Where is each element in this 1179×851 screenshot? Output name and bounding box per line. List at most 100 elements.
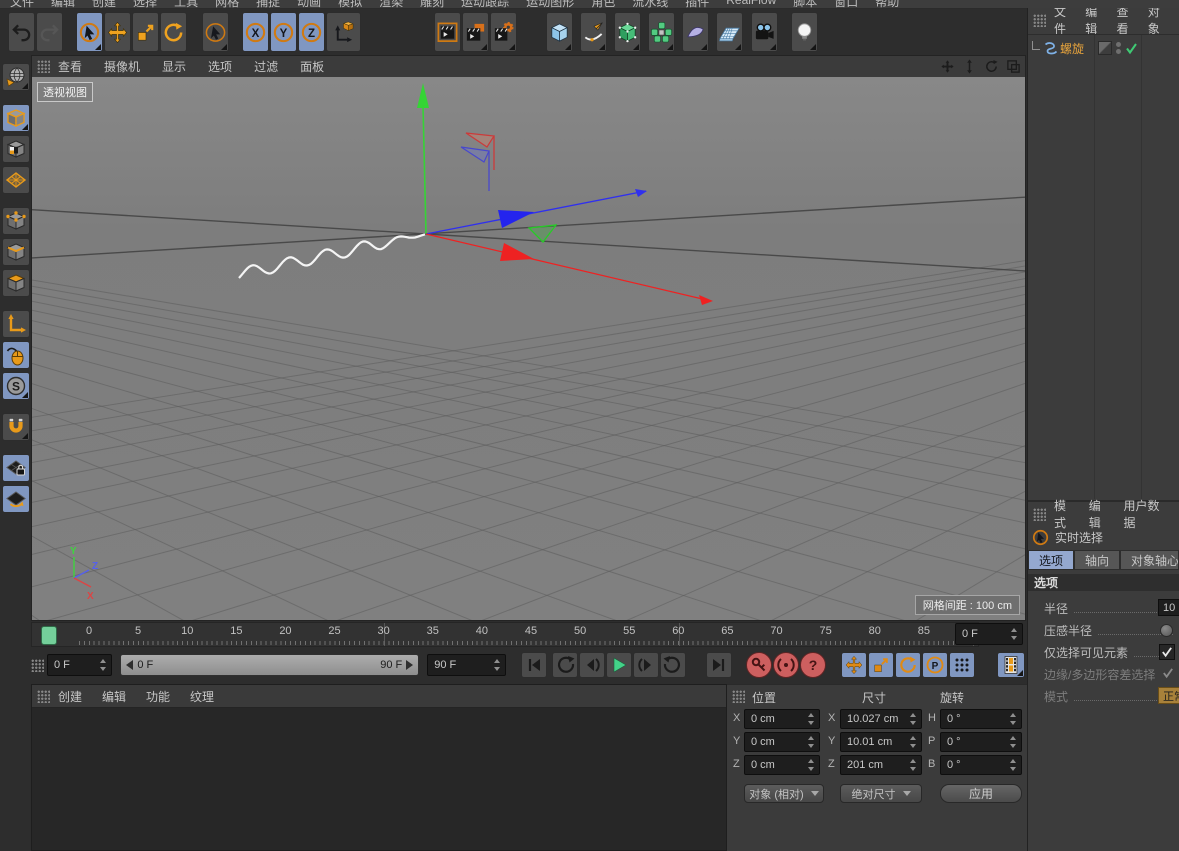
previous-key-button[interactable] <box>552 652 578 678</box>
menu-item[interactable]: 选择 <box>133 0 157 9</box>
play-button[interactable] <box>606 652 632 678</box>
menu-item[interactable]: RealFlow <box>726 0 776 9</box>
om-menu-file[interactable]: 文件 <box>1054 8 1071 37</box>
timeline-frame-field[interactable]: 0 F <box>955 623 1023 645</box>
key-parameters-button[interactable]: P <box>922 652 948 678</box>
enable-axis-button[interactable] <box>2 310 30 338</box>
add-light-button[interactable] <box>791 12 818 52</box>
scale-button[interactable] <box>132 12 159 52</box>
lock-z-axis-button[interactable]: Z <box>298 12 325 52</box>
render-picture-viewer-button[interactable] <box>462 12 489 52</box>
viewport-pan-icon[interactable] <box>940 59 955 74</box>
am-menu-edit[interactable]: 编辑 <box>1089 497 1110 531</box>
rot-b-field[interactable]: 0 ° <box>940 755 1022 775</box>
add-subdivision-surface-button[interactable] <box>614 12 641 52</box>
menu-item[interactable]: 运动图形 <box>526 0 574 9</box>
add-floor-button[interactable] <box>716 12 743 52</box>
lock-workplane-button[interactable] <box>2 454 30 482</box>
panel-grip[interactable] <box>31 659 44 672</box>
viewport-menu-camera[interactable]: 摄像机 <box>104 58 140 75</box>
am-menu-mode[interactable]: 模式 <box>1054 497 1075 531</box>
options-section-header[interactable]: 选项 <box>1028 574 1179 591</box>
menu-item[interactable]: 雕刻 <box>420 0 444 9</box>
viewport-menu-panel[interactable]: 面板 <box>300 58 324 75</box>
menu-item[interactable]: 运动跟踪 <box>461 0 509 9</box>
tab-options[interactable]: 选项 <box>1028 550 1074 570</box>
am-menu-userdata[interactable]: 用户数据 <box>1124 497 1166 531</box>
timeline-ruler[interactable]: 051015202530354045505560657075808590 <box>31 622 979 647</box>
size-mode-dropdown[interactable]: 绝对尺寸 <box>840 784 922 803</box>
polygons-mode-button[interactable] <box>2 269 30 297</box>
model-mode-button[interactable] <box>2 104 30 132</box>
axis-plane-handles[interactable] <box>461 133 556 242</box>
live-selection-button[interactable] <box>76 12 103 52</box>
autokey-button[interactable] <box>773 652 799 678</box>
panel-grip[interactable] <box>37 60 50 73</box>
rot-p-field[interactable]: 0 ° <box>940 732 1022 752</box>
stepper-arrows[interactable] <box>99 659 108 671</box>
viewport-menu-filter[interactable]: 过滤 <box>254 58 278 75</box>
viewport-menu-options[interactable]: 选项 <box>208 58 232 75</box>
menu-item[interactable]: 文件 <box>10 0 34 9</box>
texture-mode-button[interactable] <box>2 135 30 163</box>
helix-spline[interactable] <box>239 234 425 278</box>
lock-y-axis-button[interactable]: Y <box>270 12 297 52</box>
viewport-toggle-layout-icon[interactable] <box>1006 59 1021 74</box>
object-name[interactable]: 螺旋 <box>1060 40 1084 57</box>
viewport-menu-view[interactable]: 查看 <box>58 58 82 75</box>
keying-settings-button[interactable]: ? <box>800 652 826 678</box>
pressure-radius-toggle[interactable] <box>1160 624 1173 637</box>
material-list-area[interactable] <box>32 708 726 851</box>
apply-button[interactable]: 应用 <box>940 784 1022 803</box>
tab-object-axis[interactable]: 对象轴心 <box>1120 550 1179 570</box>
key-point-level-button[interactable] <box>949 652 975 678</box>
goto-start-button[interactable] <box>521 652 547 678</box>
material-menu-edit[interactable]: 编辑 <box>102 688 126 705</box>
tweak-mode-button[interactable] <box>2 341 30 369</box>
pos-x-field[interactable]: 0 cm <box>744 709 820 729</box>
panel-grip[interactable] <box>732 690 745 703</box>
key-position-button[interactable] <box>841 652 867 678</box>
add-cube-button[interactable] <box>546 12 573 52</box>
viewport-orbit-icon[interactable] <box>984 59 999 74</box>
redo-button[interactable] <box>36 12 63 52</box>
rotate-workplane-button[interactable] <box>2 485 30 513</box>
rotate-button[interactable] <box>160 12 187 52</box>
menu-item[interactable]: 创建 <box>92 0 116 9</box>
current-frame-marker[interactable] <box>41 626 57 645</box>
size-x-field[interactable]: 10.027 cm <box>840 709 922 729</box>
menu-item[interactable]: 捕捉 <box>256 0 280 9</box>
menu-item[interactable]: 渲染 <box>379 0 403 9</box>
menu-item[interactable]: 模拟 <box>338 0 362 9</box>
make-editable-button[interactable] <box>2 63 30 91</box>
menu-item[interactable]: 窗口 <box>834 0 858 9</box>
points-mode-button[interactable] <box>2 207 30 235</box>
next-frame-button[interactable] <box>633 652 659 678</box>
world-axis-gizmo[interactable] <box>417 83 713 305</box>
frame-range-slider[interactable]: 0 F 90 F <box>120 654 419 676</box>
panel-grip[interactable] <box>1033 14 1046 27</box>
viewport-dolly-icon[interactable] <box>962 59 977 74</box>
stepper-arrows[interactable] <box>493 659 502 671</box>
object-row-helix[interactable]: 螺旋 <box>1030 39 1179 57</box>
record-key-button[interactable] <box>746 652 772 678</box>
object-manager-list[interactable]: 螺旋 <box>1028 34 1179 499</box>
goto-end-button[interactable] <box>706 652 732 678</box>
layer-square-icon[interactable] <box>1098 41 1112 55</box>
key-scale-button[interactable] <box>868 652 894 678</box>
undo-button[interactable] <box>8 12 35 52</box>
viewport-menu-display[interactable]: 显示 <box>162 58 186 75</box>
panel-grip[interactable] <box>37 690 50 703</box>
menu-item[interactable]: 角色 <box>591 0 615 9</box>
range-end-field[interactable]: 90 F <box>427 654 506 676</box>
range-right-arrow[interactable] <box>406 660 413 670</box>
add-deformer-button[interactable] <box>682 12 709 52</box>
material-menu-function[interactable]: 功能 <box>146 688 170 705</box>
om-menu-view[interactable]: 查看 <box>1117 8 1134 37</box>
stepper-arrows[interactable] <box>1010 628 1019 640</box>
tab-axis[interactable]: 轴向 <box>1074 550 1120 570</box>
pos-z-field[interactable]: 0 cm <box>744 755 820 775</box>
menu-item[interactable]: 网格 <box>215 0 239 9</box>
range-start-field[interactable]: 0 F <box>47 654 112 676</box>
perspective-viewport[interactable]: 查看 摄像机 显示 选项 过滤 面板 <box>31 55 1026 621</box>
